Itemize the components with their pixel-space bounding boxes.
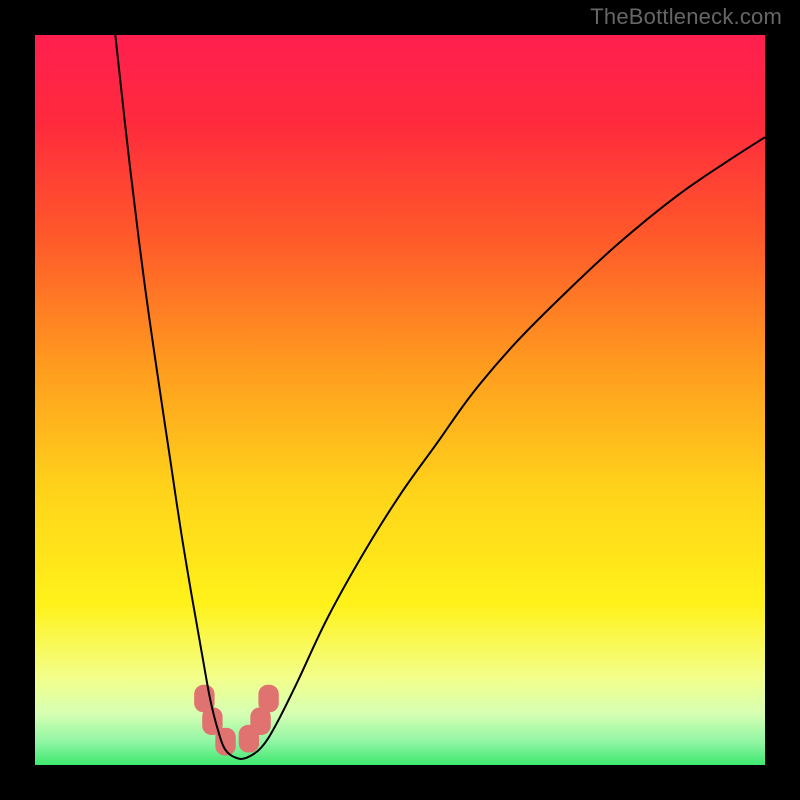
plot-svg [35, 35, 765, 765]
gradient-background [35, 35, 765, 765]
plot-area [35, 35, 765, 765]
dip-marker [258, 685, 278, 713]
watermark-text: TheBottleneck.com [590, 4, 782, 30]
chart-frame: TheBottleneck.com [0, 0, 800, 800]
